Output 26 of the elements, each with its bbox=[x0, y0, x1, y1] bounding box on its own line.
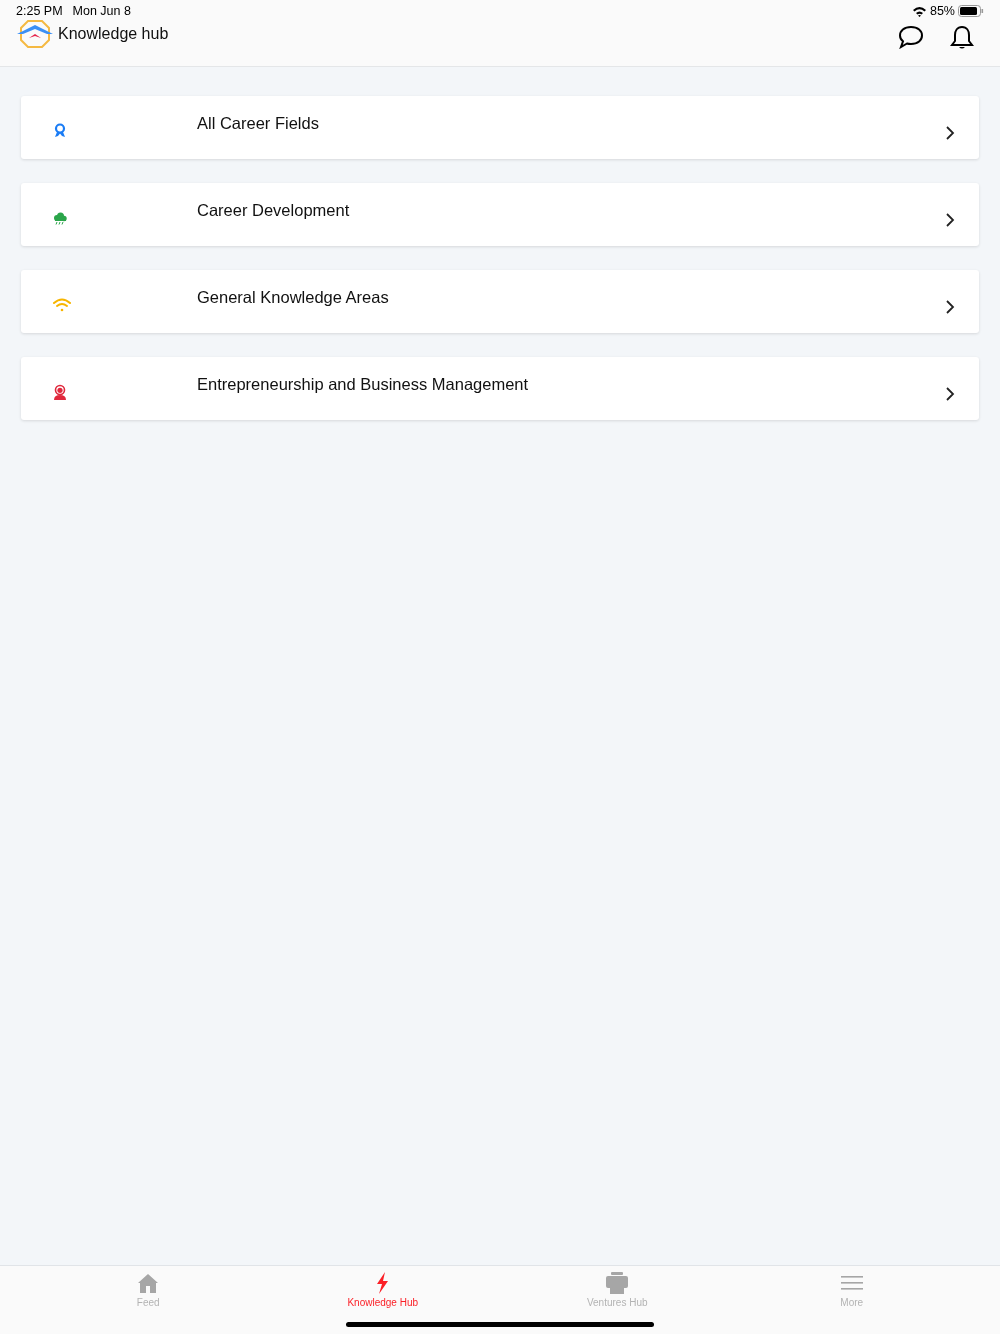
category-label: All Career Fields bbox=[197, 114, 320, 133]
category-card[interactable]: Entrepreneurship and Business Management bbox=[21, 357, 979, 420]
home-icon bbox=[138, 1274, 159, 1293]
category-card[interactable]: General Knowledge Areas bbox=[21, 270, 979, 333]
chat-bubble-icon[interactable] bbox=[898, 25, 924, 49]
tab-button[interactable]: Knowledge Hub bbox=[265, 1266, 500, 1334]
status-time: 2:25 PM bbox=[16, 4, 63, 18]
category-label: General Knowledge Areas bbox=[197, 288, 390, 307]
status-date: Mon Jun 8 bbox=[72, 4, 131, 18]
battery-icon bbox=[958, 5, 984, 17]
category-card[interactable]: Career Development bbox=[21, 183, 979, 246]
category-card[interactable]: All Career Fields bbox=[21, 96, 979, 159]
logo-icon bbox=[16, 20, 54, 48]
chevron-right-icon bbox=[945, 385, 955, 402]
app-title: Knowledge hub bbox=[58, 25, 169, 43]
chevron-right-icon bbox=[945, 124, 955, 141]
battery-percent: 85% bbox=[929, 4, 955, 18]
category-label: Career Development bbox=[197, 201, 351, 220]
wifi-signal-icon bbox=[911, 5, 927, 17]
lightning-icon bbox=[376, 1272, 388, 1294]
category-label: Entrepreneurship and Business Management bbox=[197, 375, 530, 394]
bell-icon[interactable] bbox=[950, 25, 974, 51]
menu-icon bbox=[840, 1276, 863, 1290]
chevron-right-icon bbox=[945, 211, 955, 228]
printer-icon bbox=[606, 1272, 629, 1294]
chevron-right-icon bbox=[945, 298, 955, 315]
